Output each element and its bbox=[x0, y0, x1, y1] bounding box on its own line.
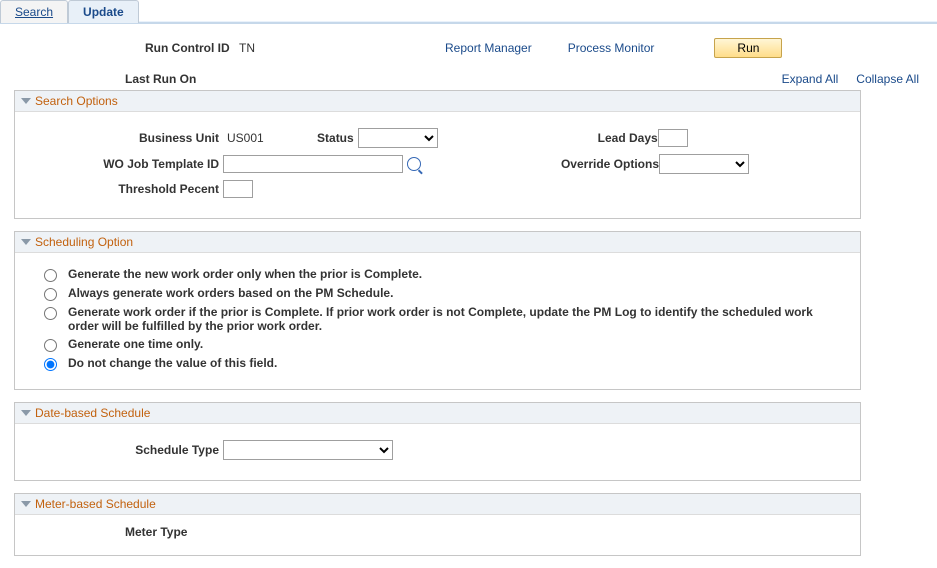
radio-one-time-label: Generate one time only. bbox=[68, 337, 203, 351]
section-meter-schedule: Meter-based Schedule Meter Type bbox=[14, 493, 861, 556]
tab-divider bbox=[139, 21, 937, 23]
run-button[interactable]: Run bbox=[714, 38, 782, 58]
wo-template-input[interactable] bbox=[223, 155, 403, 173]
status-label: Status bbox=[294, 131, 354, 145]
lookup-icon[interactable] bbox=[407, 157, 421, 171]
lead-days-input[interactable] bbox=[658, 129, 688, 147]
report-manager-link[interactable]: Report Manager bbox=[445, 41, 532, 55]
process-monitor-link[interactable]: Process Monitor bbox=[568, 41, 655, 55]
radio-no-change[interactable] bbox=[44, 358, 57, 371]
section-header-date-schedule[interactable]: Date-based Schedule bbox=[15, 403, 860, 424]
wo-template-label: WO Job Template ID bbox=[29, 157, 219, 171]
section-date-schedule: Date-based Schedule Schedule Type bbox=[14, 402, 861, 481]
radio-one-time[interactable] bbox=[44, 339, 57, 352]
tab-update[interactable]: Update bbox=[68, 0, 139, 23]
override-options-select[interactable] bbox=[659, 154, 749, 174]
radio-always-generate-label: Always generate work orders based on the… bbox=[68, 286, 393, 300]
radio-no-change-label: Do not change the value of this field. bbox=[68, 356, 277, 370]
last-run-on-label: Last Run On bbox=[125, 72, 196, 86]
disclosure-icon bbox=[21, 98, 31, 104]
business-unit-label: Business Unit bbox=[29, 131, 219, 145]
schedule-type-select[interactable] bbox=[223, 440, 393, 460]
section-header-search-options[interactable]: Search Options bbox=[15, 91, 860, 112]
threshold-percent-label: Threshold Pecent bbox=[29, 182, 219, 196]
radio-always-generate[interactable] bbox=[44, 288, 57, 301]
status-select[interactable] bbox=[358, 128, 438, 148]
schedule-type-label: Schedule Type bbox=[29, 443, 219, 457]
run-control-id-label: Run Control ID TN bbox=[145, 41, 255, 55]
disclosure-icon bbox=[21, 501, 31, 507]
disclosure-icon bbox=[21, 410, 31, 416]
radio-update-pmlog[interactable] bbox=[44, 307, 57, 320]
lead-days-label: Lead Days bbox=[578, 131, 658, 145]
collapse-all-link[interactable]: Collapse All bbox=[856, 72, 919, 86]
expand-all-link[interactable]: Expand All bbox=[782, 72, 839, 86]
disclosure-icon bbox=[21, 239, 31, 245]
threshold-percent-input[interactable] bbox=[223, 180, 253, 198]
business-unit-value: US001 bbox=[227, 131, 264, 145]
section-header-scheduling[interactable]: Scheduling Option bbox=[15, 232, 860, 253]
meter-type-label: Meter Type bbox=[125, 515, 860, 555]
radio-prior-complete[interactable] bbox=[44, 269, 57, 282]
override-options-label: Override Options bbox=[539, 157, 659, 171]
section-search-options: Search Options Business Unit US001 Statu… bbox=[14, 90, 861, 219]
run-control-id-value: TN bbox=[239, 41, 255, 55]
radio-prior-complete-label: Generate the new work order only when th… bbox=[68, 267, 422, 281]
radio-update-pmlog-label: Generate work order if the prior is Comp… bbox=[68, 305, 846, 333]
section-header-meter-schedule[interactable]: Meter-based Schedule bbox=[15, 494, 860, 515]
section-scheduling-option: Scheduling Option Generate the new work … bbox=[14, 231, 861, 390]
tab-search[interactable]: Search bbox=[0, 0, 68, 23]
